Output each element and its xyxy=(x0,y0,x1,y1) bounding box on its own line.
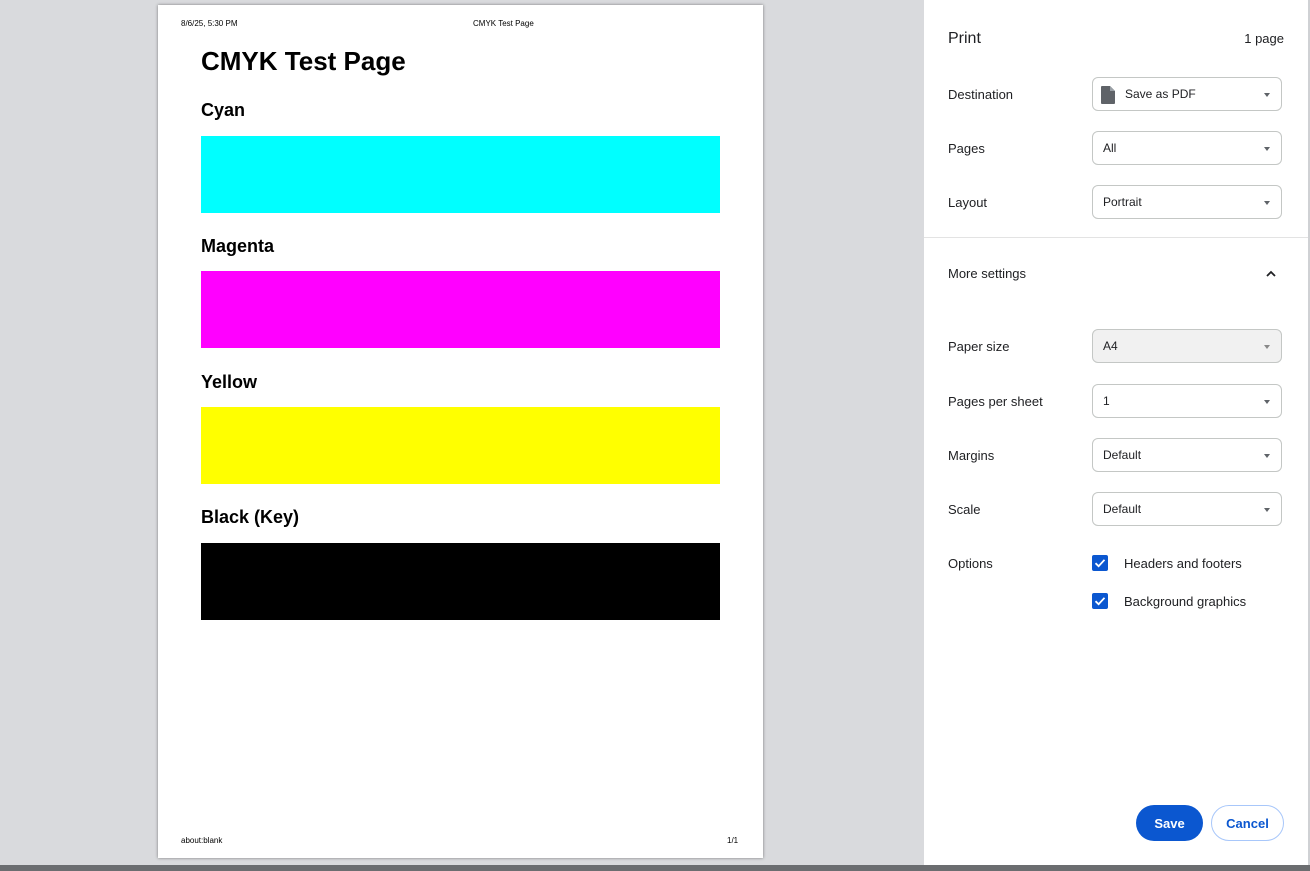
cancel-button[interactable]: Cancel xyxy=(1211,805,1284,841)
layout-value: Portrait xyxy=(1103,195,1142,209)
chevron-down-icon xyxy=(1264,345,1270,349)
pages-per-sheet-select[interactable]: 1 xyxy=(1092,384,1282,418)
margins-value: Default xyxy=(1103,448,1142,462)
scale-select[interactable]: Default xyxy=(1092,492,1282,526)
chevron-down-icon xyxy=(1264,454,1270,458)
layout-select[interactable]: Portrait xyxy=(1092,185,1282,219)
yellow-swatch xyxy=(201,407,720,484)
page-count: 1 page xyxy=(1244,31,1284,46)
background-graphics-label[interactable]: Background graphics xyxy=(1124,594,1246,609)
print-settings-panel: Print 1 page Destination Save as PDF Pag… xyxy=(924,0,1310,865)
magenta-swatch xyxy=(201,271,720,348)
chevron-down-icon xyxy=(1264,93,1270,97)
page-header-date: 8/6/25, 5:30 PM xyxy=(181,19,238,28)
chevron-down-icon xyxy=(1264,508,1270,512)
page-footer-number: 1/1 xyxy=(727,836,739,845)
panel-title: Print xyxy=(948,30,981,47)
more-settings-toggle[interactable]: More settings xyxy=(924,256,1310,292)
scale-label: Scale xyxy=(948,502,981,517)
scale-value: Default xyxy=(1103,502,1142,516)
paper-size-label: Paper size xyxy=(948,339,1010,354)
pages-value: All xyxy=(1103,141,1117,155)
margins-label: Margins xyxy=(948,448,995,463)
cyan-heading: Cyan xyxy=(201,100,246,120)
margins-select[interactable]: Default xyxy=(1092,438,1282,472)
layout-label: Layout xyxy=(948,195,988,210)
page-header-title: CMYK Test Page xyxy=(473,19,534,28)
pages-per-sheet-label: Pages per sheet xyxy=(948,394,1043,409)
pages-per-sheet-value: 1 xyxy=(1103,394,1110,408)
more-settings-label: More settings xyxy=(948,266,1027,281)
headers-footers-checkbox[interactable] xyxy=(1092,555,1108,571)
divider xyxy=(924,237,1310,238)
save-button[interactable]: Save xyxy=(1136,805,1203,841)
chevron-down-icon xyxy=(1264,201,1270,205)
black-swatch xyxy=(201,543,720,620)
paper-size-value: A4 xyxy=(1103,339,1118,353)
document-title: CMYK Test Page xyxy=(201,46,406,76)
destination-select[interactable]: Save as PDF xyxy=(1092,77,1282,111)
file-icon xyxy=(1101,86,1115,109)
headers-footers-label[interactable]: Headers and footers xyxy=(1124,556,1242,571)
destination-label: Destination xyxy=(948,87,1014,102)
magenta-heading: Magenta xyxy=(201,236,275,256)
destination-value: Save as PDF xyxy=(1125,87,1196,101)
yellow-heading: Yellow xyxy=(201,372,258,392)
pages-select[interactable]: All xyxy=(1092,131,1282,165)
checkmark-icon xyxy=(1094,597,1106,606)
page-footer-url: about:blank xyxy=(181,836,223,845)
chevron-down-icon xyxy=(1264,147,1270,151)
background-graphics-checkbox[interactable] xyxy=(1092,593,1108,609)
cyan-swatch xyxy=(201,136,720,213)
pages-label: Pages xyxy=(948,141,985,156)
black-heading: Black (Key) xyxy=(201,507,300,527)
preview-page: 8/6/25, 5:30 PM CMYK Test Page CMYK Test… xyxy=(158,5,763,858)
bottom-bar xyxy=(0,865,1310,871)
options-label: Options xyxy=(948,556,993,571)
paper-size-select[interactable]: A4 xyxy=(1092,329,1282,363)
chevron-up-icon xyxy=(1265,267,1277,285)
chevron-down-icon xyxy=(1264,400,1270,404)
print-preview-area: 8/6/25, 5:30 PM CMYK Test Page CMYK Test… xyxy=(0,0,924,865)
checkmark-icon xyxy=(1094,559,1106,568)
